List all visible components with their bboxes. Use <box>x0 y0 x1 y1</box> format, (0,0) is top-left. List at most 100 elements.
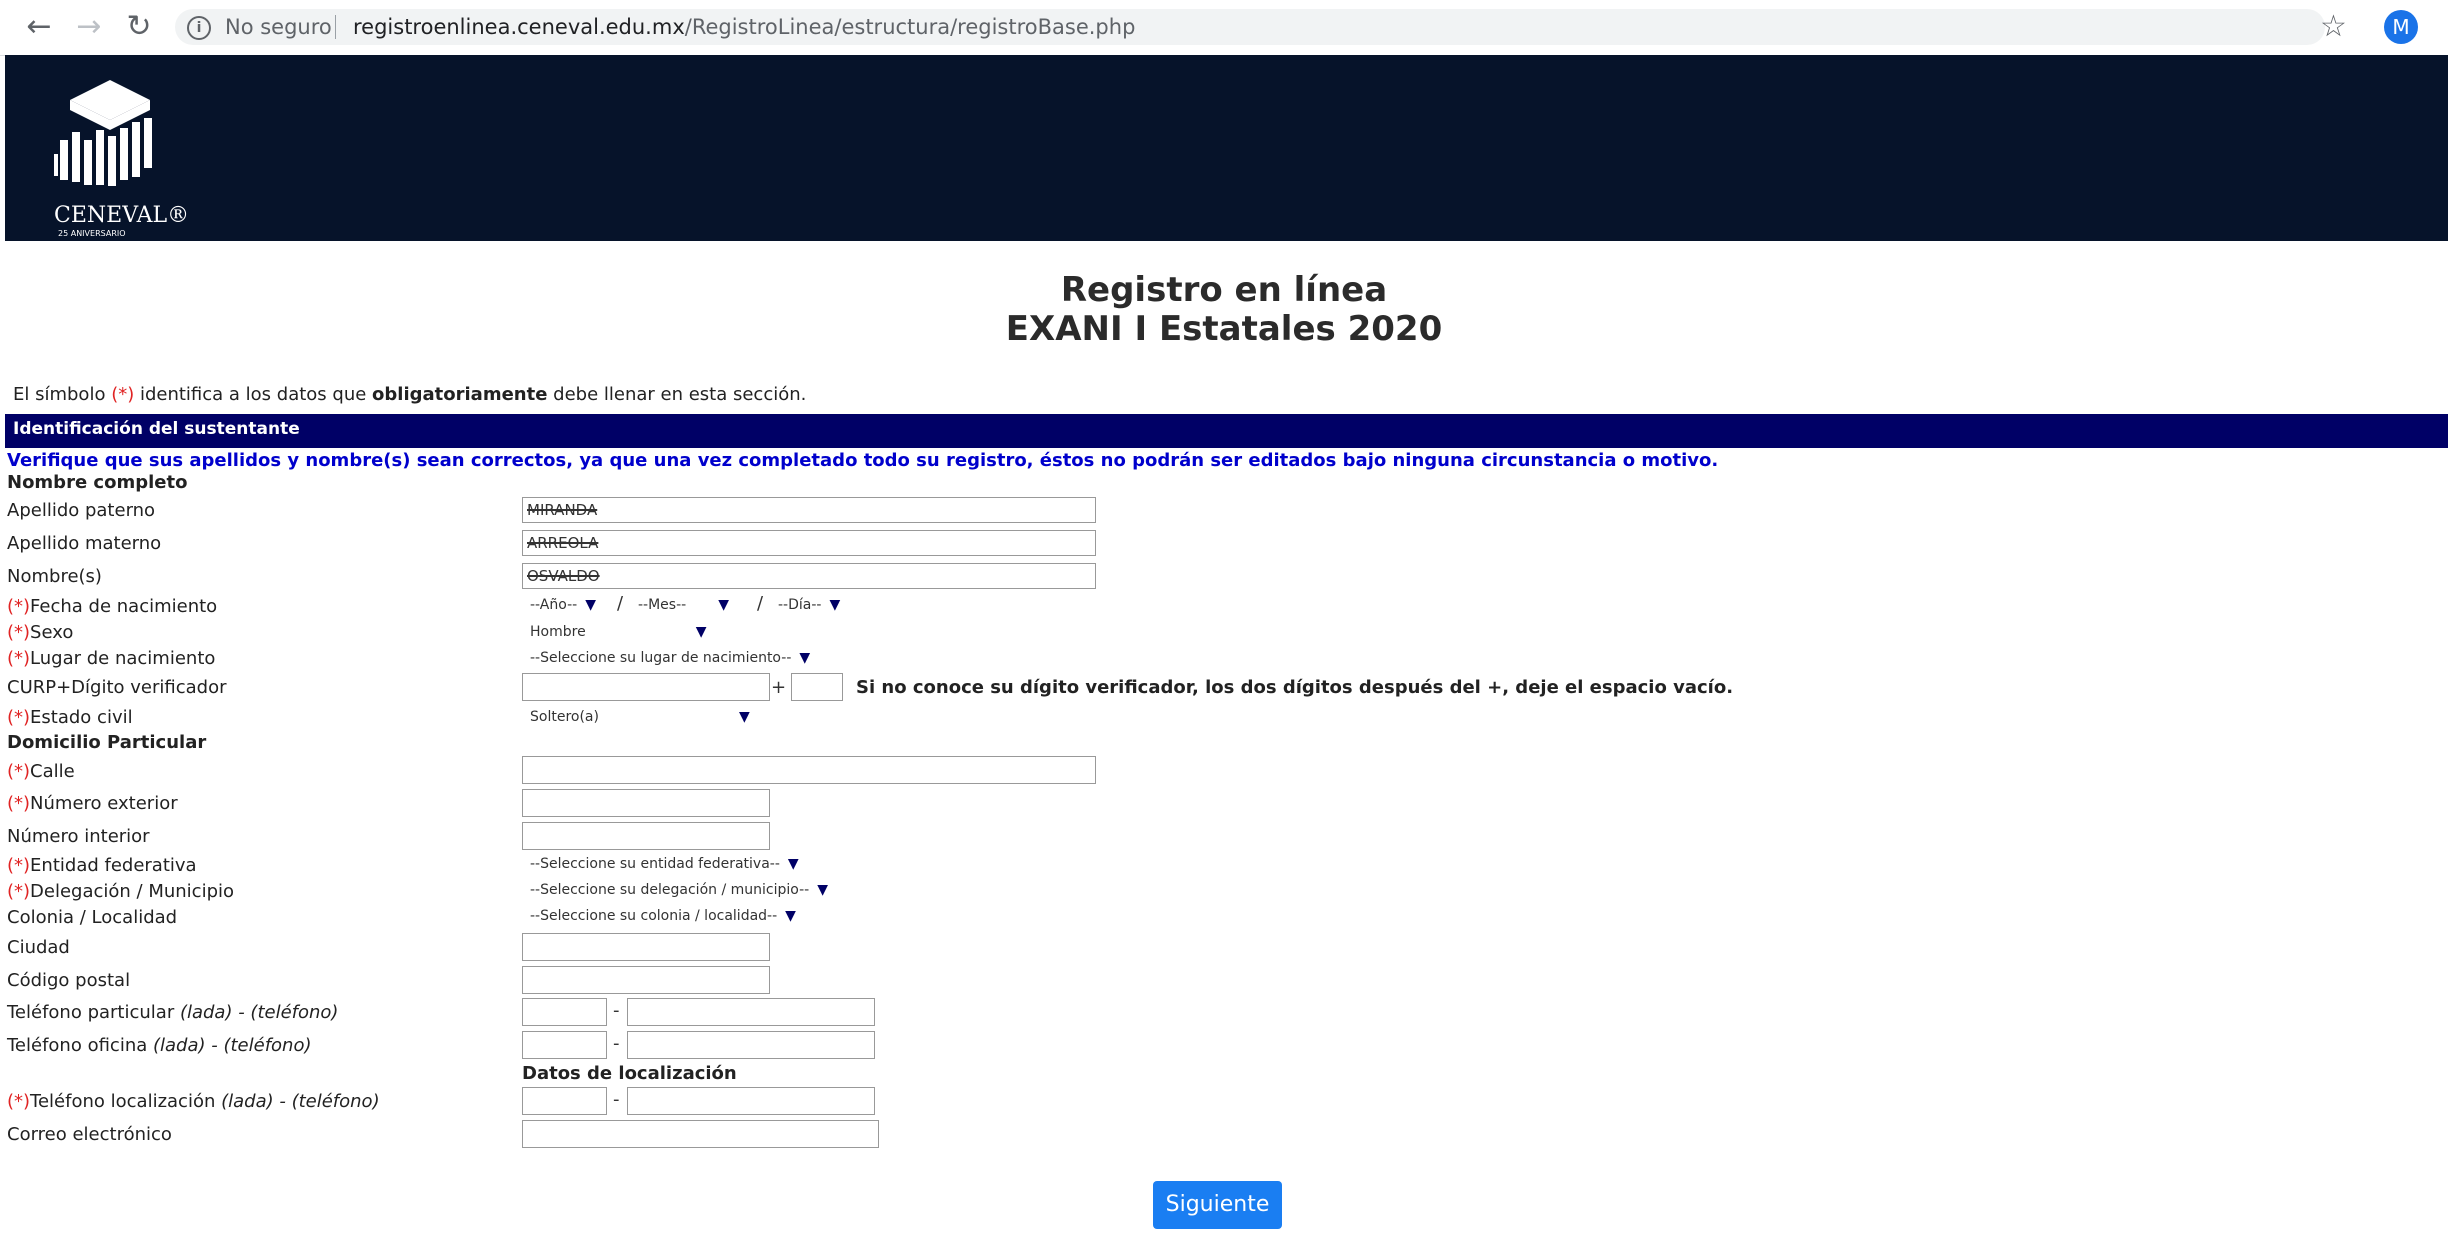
page-subtitle: EXANI I Estatales 2020 <box>1005 309 1443 349</box>
lugar-nacimiento-label: (*)Lugar de nacimiento <box>7 648 215 669</box>
curp-plus: + <box>771 677 787 698</box>
colonia-select[interactable]: --Seleccione su colonia / localidad-- ▼ <box>530 905 796 927</box>
warning-text: Verifique que sus apellidos y nombre(s) … <box>7 450 1719 471</box>
chevron-down-icon: ▼ <box>817 882 828 898</box>
phone-separator: - <box>613 1089 620 1110</box>
required-mark: (*) <box>7 793 31 814</box>
logo-subtitle: 25 ANIVERSARIO <box>58 229 126 238</box>
date-separator: / <box>757 593 764 614</box>
curp-label: CURP+Dígito verificador <box>7 677 227 698</box>
telefono-particular-hint: (lada) - (teléfono) <box>179 1002 339 1023</box>
siguiente-button[interactable]: Siguiente <box>1153 1181 1282 1229</box>
calle-input[interactable] <box>522 756 1096 784</box>
chevron-down-icon: ▼ <box>585 597 596 613</box>
entidad-text: Entidad federativa <box>30 855 197 876</box>
reload-icon[interactable]: ↻ <box>120 8 158 46</box>
calle-label: (*)Calle <box>7 761 75 782</box>
star-icon[interactable]: ☆ <box>2320 8 2347 46</box>
required-mark: (*) <box>7 855 31 876</box>
fecha-nacimiento-label: (*)Fecha de nacimiento <box>7 596 217 617</box>
ciudad-input[interactable] <box>522 933 770 961</box>
note-prefix: El símbolo <box>13 384 112 405</box>
delegacion-select[interactable]: --Seleccione su delegación / municipio--… <box>530 879 828 901</box>
logo-wordmark: CENEVAL® <box>54 203 190 228</box>
sexo-select[interactable]: Hombre ▼ <box>530 621 706 643</box>
ceneval-logo: CENEVAL® 25 ANIVERSARIO <box>40 70 189 238</box>
colonia-select-value: --Seleccione su colonia / localidad-- <box>530 908 778 924</box>
estado-civil-select[interactable]: Soltero(a) ▼ <box>530 706 750 728</box>
nombres-label: Nombre(s) <box>7 566 102 587</box>
address-bar[interactable]: i No seguro registroenlinea.ceneval.edu.… <box>175 9 2325 45</box>
codigo-postal-label: Código postal <box>7 970 131 991</box>
omnibox-divider <box>335 15 336 39</box>
calle-text: Calle <box>30 761 75 782</box>
url-text[interactable]: registroenlinea.ceneval.edu.mx/RegistroL… <box>353 15 1135 39</box>
telefono-particular-lada-input[interactable] <box>522 998 607 1026</box>
avatar[interactable]: M <box>2384 10 2418 44</box>
numero-interior-label: Número interior <box>7 826 150 847</box>
arrow-left-icon[interactable]: ← <box>20 8 58 46</box>
apellido-paterno-label: Apellido paterno <box>7 500 156 521</box>
telefono-localizacion-hint: (lada) - (teléfono) <box>221 1091 380 1112</box>
ciudad-label: Ciudad <box>7 937 70 958</box>
page-title: Registro en línea <box>1060 270 1388 310</box>
required-mark: (*) <box>7 881 31 902</box>
telefono-particular-text: Teléfono particular <box>7 1002 180 1023</box>
arrow-right-icon[interactable]: → <box>70 8 108 46</box>
nombres-input[interactable]: OSVALDO <box>522 563 1096 589</box>
apellido-materno-label: Apellido materno <box>7 533 162 554</box>
info-icon[interactable]: i <box>187 16 211 40</box>
telefono-oficina-input[interactable] <box>627 1031 875 1059</box>
numero-exterior-text: Número exterior <box>30 793 178 814</box>
numero-exterior-input[interactable] <box>522 789 770 817</box>
dia-select[interactable]: --Día-- ▼ <box>778 594 840 616</box>
note-middle: identifica a los datos que <box>134 384 373 405</box>
telefono-localizacion-label: (*)Teléfono localización (lada) - (teléf… <box>7 1091 380 1112</box>
required-mark: (*) <box>7 622 31 643</box>
url-domain: registroenlinea.ceneval.edu.mx <box>353 15 685 39</box>
datos-localizacion-heading: Datos de localización <box>522 1063 737 1084</box>
required-mark: (*) <box>7 596 31 617</box>
domicilio-heading: Domicilio Particular <box>7 732 207 753</box>
sexo-text: Sexo <box>30 622 74 643</box>
phone-separator: - <box>613 1000 620 1021</box>
section-title: Identificación del sustentante <box>13 419 300 439</box>
entidad-label: (*)Entidad federativa <box>7 855 197 876</box>
fecha-nacimiento-text: Fecha de nacimiento <box>30 596 218 617</box>
telefono-localizacion-lada-input[interactable] <box>522 1087 607 1115</box>
required-mark: (*) <box>7 1091 31 1112</box>
nombre-completo-heading: Nombre completo <box>7 472 188 493</box>
delegacion-select-value: --Seleccione su delegación / municipio-- <box>530 882 810 898</box>
codigo-postal-input[interactable] <box>522 966 770 994</box>
telefono-localizacion-text: Teléfono localización <box>30 1091 222 1112</box>
required-mark: (*) <box>7 761 31 782</box>
curp-input[interactable] <box>522 673 770 701</box>
digito-verificador-input[interactable] <box>791 673 843 701</box>
numero-exterior-label: (*)Número exterior <box>7 793 178 814</box>
correo-input[interactable] <box>522 1120 879 1148</box>
date-separator: / <box>617 593 624 614</box>
lugar-nacimiento-select[interactable]: --Seleccione su lugar de nacimiento-- ▼ <box>530 647 810 669</box>
mes-select[interactable]: --Mes-- ▼ <box>638 594 729 616</box>
lugar-nacimiento-text: Lugar de nacimiento <box>30 648 216 669</box>
apellido-materno-input[interactable]: ARREOLA <box>522 530 1096 556</box>
apellido-paterno-input[interactable]: MIRANDA <box>522 497 1096 523</box>
section-header: Identificación del sustentante <box>5 414 2448 448</box>
sexo-label: (*)Sexo <box>7 622 73 643</box>
entidad-select[interactable]: --Seleccione su entidad federativa-- ▼ <box>530 853 799 875</box>
lugar-select-value: --Seleccione su lugar de nacimiento-- <box>530 650 792 666</box>
correo-label: Correo electrónico <box>7 1124 172 1145</box>
chevron-down-icon: ▼ <box>738 709 750 725</box>
telefono-particular-input[interactable] <box>627 998 875 1026</box>
ceneval-logo-mark <box>54 80 152 186</box>
dia-select-value: --Día-- <box>778 597 822 613</box>
numero-interior-input[interactable] <box>522 822 770 850</box>
telefono-localizacion-input[interactable] <box>627 1087 875 1115</box>
required-mark: (*) <box>7 648 31 669</box>
note-suffix: debe llenar en esta sección. <box>547 384 807 405</box>
anio-select[interactable]: --Año-- ▼ <box>530 594 596 616</box>
estado-civil-text: Estado civil <box>30 707 133 728</box>
required-mark: (*) <box>7 707 31 728</box>
telefono-oficina-lada-input[interactable] <box>522 1031 607 1059</box>
chevron-down-icon: ▼ <box>718 597 729 613</box>
